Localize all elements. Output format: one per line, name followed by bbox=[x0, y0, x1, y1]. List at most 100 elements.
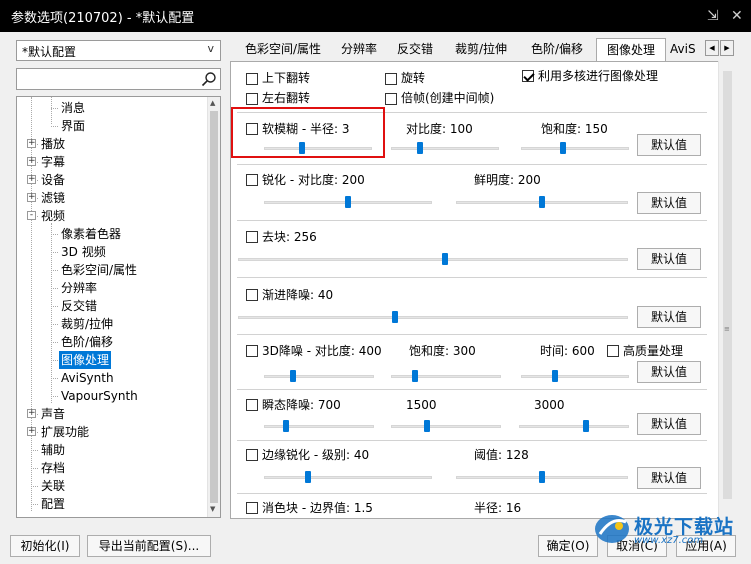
double-frame-checkbox[interactable] bbox=[385, 93, 397, 105]
tab-avisynth[interactable]: AviS bbox=[670, 38, 710, 61]
sharpen-checkbox[interactable] bbox=[246, 174, 258, 186]
denoise-default-button[interactable]: 默认值 bbox=[637, 306, 701, 328]
flip-vertical-checkbox[interactable] bbox=[246, 73, 258, 85]
init-button[interactable]: 初始化(I) bbox=[10, 535, 80, 557]
flip-horizontal-checkbox[interactable] bbox=[246, 93, 258, 105]
edge-default-button[interactable]: 默认值 bbox=[637, 467, 701, 489]
sidebar-item[interactable]: 配置 bbox=[39, 495, 67, 513]
slider-knob[interactable] bbox=[539, 471, 545, 483]
export-config-button[interactable]: 导出当前配置(S)... bbox=[87, 535, 211, 557]
slider-knob[interactable] bbox=[424, 420, 430, 432]
expand-icon[interactable]: + bbox=[27, 175, 36, 184]
expand-icon[interactable]: + bbox=[27, 157, 36, 166]
collapse-icon[interactable]: - bbox=[27, 211, 36, 220]
sidebar-item[interactable]: 播放 bbox=[39, 135, 67, 153]
soft-blur-contrast-slider[interactable] bbox=[391, 142, 499, 154]
sidebar-item[interactable]: 裁剪/拉伸 bbox=[59, 315, 115, 333]
transient-slider-3[interactable] bbox=[519, 420, 629, 432]
ok-button[interactable]: 确定(O) bbox=[538, 535, 598, 557]
sidebar-item[interactable]: 反交错 bbox=[59, 297, 99, 315]
deblock-default-button[interactable]: 默认值 bbox=[637, 248, 701, 270]
slider-knob[interactable] bbox=[305, 471, 311, 483]
slider-knob[interactable] bbox=[392, 311, 398, 323]
tab-deinterlace[interactable]: 反交错 bbox=[390, 38, 440, 61]
sidebar-item[interactable]: 滤镜 bbox=[39, 189, 67, 207]
slider-knob[interactable] bbox=[552, 370, 558, 382]
sidebar-item[interactable]: 消息 bbox=[59, 99, 87, 117]
sharpen-default-button[interactable]: 默认值 bbox=[637, 192, 701, 214]
denoise3d-checkbox[interactable] bbox=[246, 345, 258, 357]
sidebar-item[interactable]: 色阶/偏移 bbox=[59, 333, 115, 351]
sidebar-item[interactable]: 视频 bbox=[39, 207, 67, 225]
edge-threshold-slider[interactable] bbox=[456, 471, 628, 483]
tab-levels[interactable]: 色阶/偏移 bbox=[522, 38, 592, 61]
search-input[interactable] bbox=[16, 68, 221, 90]
search-icon[interactable] bbox=[201, 71, 217, 87]
slider-knob[interactable] bbox=[560, 142, 566, 154]
close-icon[interactable]: ✕ bbox=[731, 8, 743, 24]
deblock-checkbox[interactable] bbox=[246, 231, 258, 243]
sidebar-item[interactable]: 存档 bbox=[39, 459, 67, 477]
slider-knob[interactable] bbox=[417, 142, 423, 154]
sidebar-item[interactable]: AviSynth bbox=[59, 369, 116, 387]
expand-icon[interactable]: + bbox=[27, 193, 36, 202]
expand-icon[interactable]: + bbox=[27, 409, 36, 418]
sidebar-item[interactable]: 色彩空间/属性 bbox=[59, 261, 139, 279]
deblock-slider[interactable] bbox=[238, 253, 628, 265]
denoise-checkbox[interactable] bbox=[246, 289, 258, 301]
sidebar-item[interactable]: 设备 bbox=[39, 171, 67, 189]
denoise3d-contrast-slider[interactable] bbox=[264, 370, 374, 382]
slider-knob[interactable] bbox=[345, 196, 351, 208]
slider-knob[interactable] bbox=[539, 196, 545, 208]
tab-color-space[interactable]: 色彩空间/属性 bbox=[236, 38, 330, 61]
sharpen-vivid-slider[interactable] bbox=[456, 196, 628, 208]
scroll-up-icon[interactable]: ▲ bbox=[210, 99, 215, 107]
edge-level-slider[interactable] bbox=[264, 471, 432, 483]
sidebar-item[interactable]: 3D 视频 bbox=[59, 243, 108, 261]
transient-slider-2[interactable] bbox=[391, 420, 501, 432]
sidebar-item[interactable]: 关联 bbox=[39, 477, 67, 495]
dering-checkbox[interactable] bbox=[246, 502, 258, 514]
expand-icon[interactable]: + bbox=[27, 427, 36, 436]
tab-image-processing[interactable]: 图像处理 bbox=[596, 38, 666, 61]
denoise3d-default-button[interactable]: 默认值 bbox=[637, 361, 701, 383]
rotate-checkbox[interactable] bbox=[385, 73, 397, 85]
panel-scrollbar[interactable]: ≡ bbox=[718, 61, 735, 519]
denoise3d-time-slider[interactable] bbox=[521, 370, 629, 382]
sidebar-item[interactable]: 图像处理 bbox=[59, 351, 112, 369]
denoise3d-saturation-slider[interactable] bbox=[391, 370, 501, 382]
scroll-thumb[interactable] bbox=[210, 111, 218, 503]
tab-resolution[interactable]: 分辨率 bbox=[333, 38, 385, 61]
scroll-down-icon[interactable]: ▼ bbox=[210, 505, 215, 513]
slider-knob[interactable] bbox=[290, 370, 296, 382]
transient-slider-1[interactable] bbox=[264, 420, 374, 432]
transient-default-button[interactable]: 默认值 bbox=[637, 413, 701, 435]
sidebar-item[interactable]: 字幕 bbox=[39, 153, 67, 171]
profile-select[interactable]: *默认配置 v bbox=[16, 40, 221, 61]
tree-scrollbar[interactable]: ▲ ▼ bbox=[207, 97, 220, 517]
sharpen-contrast-slider[interactable] bbox=[264, 196, 432, 208]
tab-scroll-right-icon[interactable]: ▶ bbox=[720, 40, 734, 56]
tab-crop[interactable]: 裁剪/拉伸 bbox=[446, 38, 516, 61]
slider-knob[interactable] bbox=[583, 420, 589, 432]
multicore-checkbox[interactable] bbox=[522, 70, 534, 82]
sidebar-item[interactable]: 界面 bbox=[59, 117, 87, 135]
slider-knob[interactable] bbox=[412, 370, 418, 382]
pin-icon[interactable]: ⇲ bbox=[707, 8, 719, 24]
sidebar-item[interactable]: 辅助 bbox=[39, 441, 67, 459]
slider-knob[interactable] bbox=[442, 253, 448, 265]
soft-blur-default-button[interactable]: 默认值 bbox=[637, 134, 701, 156]
sidebar-item[interactable]: 像素着色器 bbox=[59, 225, 123, 243]
sidebar-item[interactable]: 分辨率 bbox=[59, 279, 99, 297]
slider-knob[interactable] bbox=[283, 420, 289, 432]
denoise-slider[interactable] bbox=[238, 311, 628, 323]
high-quality-checkbox[interactable] bbox=[607, 345, 619, 357]
scroll-thumb[interactable] bbox=[723, 71, 732, 499]
sidebar-item[interactable]: VapourSynth bbox=[59, 387, 140, 405]
transient-denoise-checkbox[interactable] bbox=[246, 399, 258, 411]
soft-blur-saturation-slider[interactable] bbox=[521, 142, 629, 154]
expand-icon[interactable]: + bbox=[27, 139, 36, 148]
edge-sharpen-checkbox[interactable] bbox=[246, 449, 258, 461]
sidebar-item[interactable]: 声音 bbox=[39, 405, 67, 423]
sidebar-item[interactable]: 扩展功能 bbox=[39, 423, 91, 441]
